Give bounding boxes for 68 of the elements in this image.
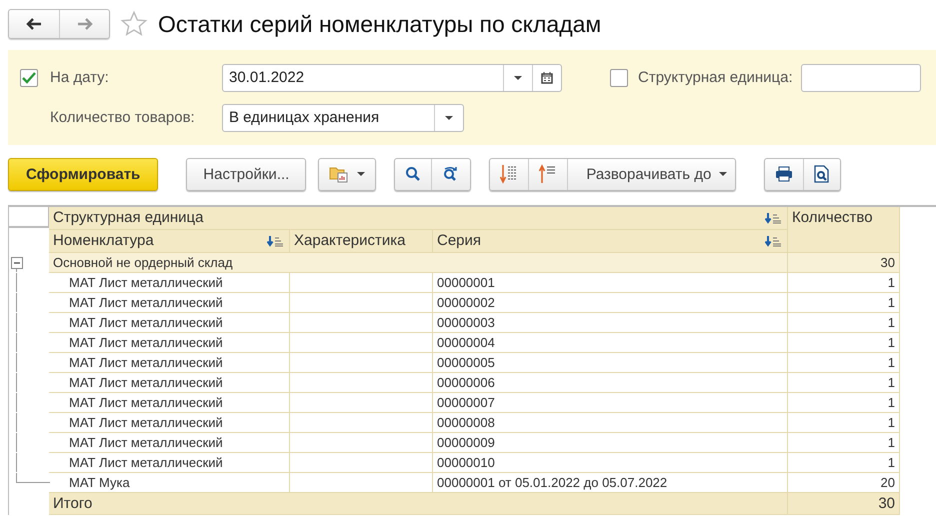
caret-icon xyxy=(445,116,453,120)
table-cell: МАТ Лист металлический xyxy=(49,413,290,433)
sort-down-list-icon xyxy=(500,164,518,184)
table-cell: 1 xyxy=(788,393,900,413)
table-cell: 1 xyxy=(788,453,900,473)
checkbox[interactable] xyxy=(610,68,628,86)
sort-icon[interactable] xyxy=(267,235,285,247)
table-cell: МАТ Лист металлический xyxy=(49,273,290,293)
field-label: Количество товаров: xyxy=(50,109,196,126)
star-icon[interactable] xyxy=(120,10,148,38)
table-cell: МАТ Лист металлический xyxy=(49,353,290,373)
caret-icon xyxy=(719,172,728,176)
table-cell: 1 xyxy=(788,313,900,333)
calendar-icon[interactable] xyxy=(541,72,553,84)
table-cell: 30 xyxy=(788,253,900,273)
report-title: Остатки серий номенклатуры по складам xyxy=(158,10,602,38)
page-search-icon xyxy=(814,165,830,183)
field-label: На дату: xyxy=(50,69,110,86)
table-cell: 00000009 xyxy=(433,433,788,453)
table-cell: 00000007 xyxy=(433,393,788,413)
table-cell: 1 xyxy=(788,273,900,293)
column-header[interactable]: Серия xyxy=(433,230,788,253)
table-cell: 00000003 xyxy=(433,313,788,333)
field-label: Структурная единица: xyxy=(638,69,793,86)
table-cell: МАТ Лист металлический xyxy=(49,313,290,333)
sort-icon[interactable] xyxy=(765,235,783,247)
table-cell: 00000010 xyxy=(433,453,788,473)
table-cell: 1 xyxy=(788,293,900,313)
search-icon xyxy=(405,166,422,182)
table-cell: 00000005 xyxy=(433,353,788,373)
table-cell: 1 xyxy=(788,373,900,393)
total-label: Итого xyxy=(49,493,788,515)
checkbox[interactable] xyxy=(20,68,38,86)
table-cell: 1 xyxy=(788,353,900,373)
column-header[interactable]: Номенклатура xyxy=(49,230,290,253)
table-cell: МАТ Лист металлический xyxy=(49,293,290,313)
table-cell: 1 xyxy=(788,413,900,433)
table-cell: 00000006 xyxy=(433,373,788,393)
forward-arrow-icon xyxy=(76,18,92,30)
collapse-icon[interactable] xyxy=(11,257,23,269)
quantity-select[interactable]: В единицах хранения xyxy=(222,104,464,132)
back-arrow-icon xyxy=(26,18,42,30)
sort-up-list-icon xyxy=(539,164,558,184)
group-cell: Основной не ордерный склад xyxy=(49,253,788,273)
table-cell: МАТ Лист металлический xyxy=(49,393,290,413)
table-cell: МАТ Лист металлический xyxy=(49,453,290,473)
date-field[interactable]: 30.01.2022 xyxy=(222,64,562,92)
table-cell: МАТ Лист металлический xyxy=(49,373,290,393)
settings-button[interactable]: Настройки... xyxy=(186,158,306,190)
table-cell: 00000008 xyxy=(433,413,788,433)
table-cell: 1 xyxy=(788,333,900,353)
caret-icon xyxy=(357,172,366,176)
column-header[interactable]: Количество xyxy=(788,207,900,253)
folder-chart-icon xyxy=(329,165,350,183)
table-cell: МАТ Лист металлический xyxy=(49,433,290,453)
sort-icon[interactable] xyxy=(765,212,783,224)
generate-button[interactable]: Сформировать xyxy=(8,158,158,190)
unit-field[interactable] xyxy=(800,64,921,92)
table-cell: 00000004 xyxy=(433,333,788,353)
total-cell: 30 xyxy=(788,493,900,515)
column-header[interactable]: Структурная единица xyxy=(49,207,788,230)
table-cell: 1 xyxy=(788,433,900,453)
table-cell: 00000001 xyxy=(433,273,788,293)
table-cell: 00000002 xyxy=(433,293,788,313)
column-header[interactable]: Характеристика xyxy=(290,230,433,253)
table-cell: МАТ Лист металлический xyxy=(49,333,290,353)
print-icon xyxy=(775,166,794,182)
caret-icon xyxy=(514,76,522,80)
